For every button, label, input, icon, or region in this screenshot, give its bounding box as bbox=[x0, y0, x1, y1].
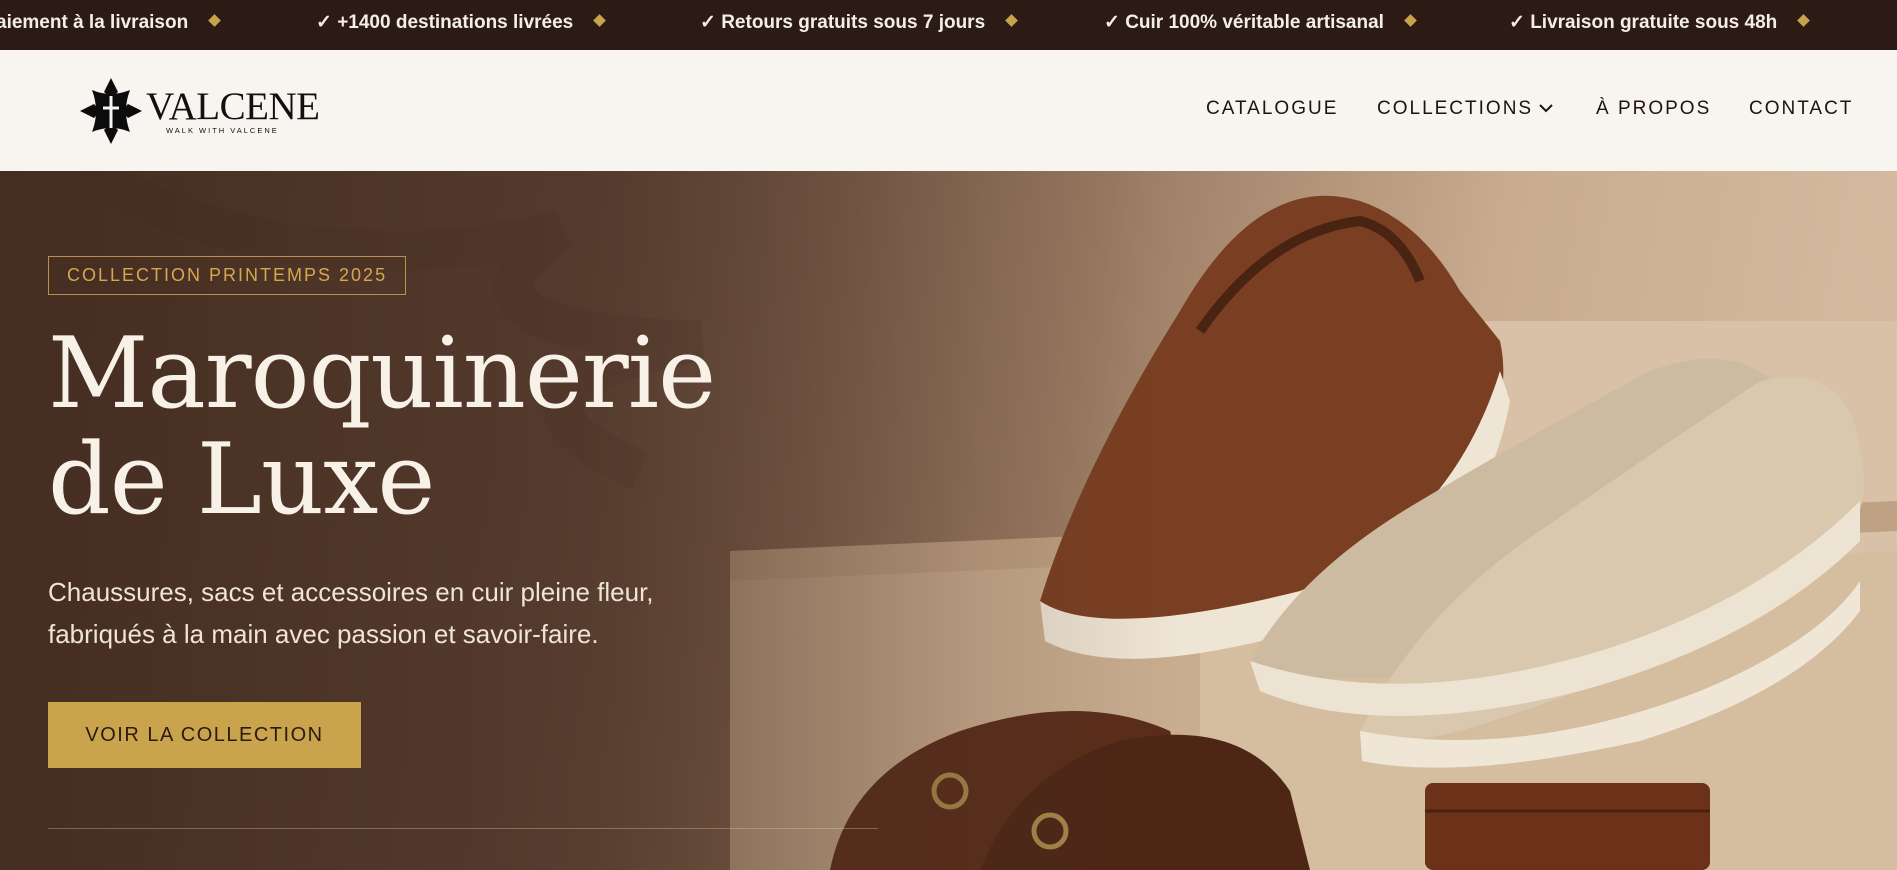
nav-a-propos[interactable]: À PROPOS bbox=[1596, 98, 1711, 120]
chevron-down-icon bbox=[1539, 104, 1553, 113]
hero-title-line: de Luxe bbox=[48, 423, 435, 537]
nav-catalogue[interactable]: CATALOGUE bbox=[1206, 98, 1338, 120]
announcement-item: aiement à la livraison bbox=[0, 0, 222, 50]
hero-subtitle-line: Chaussures, sacs et accessoires en cuir … bbox=[48, 577, 654, 607]
hero-title: Maroquinerie de Luxe bbox=[48, 321, 808, 533]
announcement-item: ✓ Livraison gratuite sous 48h bbox=[1509, 0, 1811, 50]
announcement-text: ✓ Livraison gratuite sous 48h bbox=[1509, 12, 1778, 33]
hero-subtitle-line: fabriqués à la main avec passion et savo… bbox=[48, 619, 599, 649]
site-header: VALCENE WALK WITH VALCENE CATALOGUE COLL… bbox=[0, 50, 1897, 171]
hero-divider bbox=[48, 828, 878, 829]
view-collection-button[interactable]: VOIR LA COLLECTION bbox=[48, 702, 361, 768]
nav-contact[interactable]: CONTACT bbox=[1749, 98, 1853, 120]
announcement-text: ✓ Retours gratuits sous 7 jours bbox=[700, 12, 986, 33]
hero-title-line: Maroquinerie bbox=[48, 317, 716, 431]
announcement-text: ✓ +1400 destinations livrées bbox=[316, 12, 574, 33]
announcement-bar: aiement à la livraison ✓ +1400 destinati… bbox=[0, 0, 1897, 50]
hero-section: COLLECTION PRINTEMPS 2025 Maroquinerie d… bbox=[0, 171, 1897, 870]
collection-badge: COLLECTION PRINTEMPS 2025 bbox=[48, 256, 407, 295]
announcement-item: ✓ Cuir 100% véritable artisanal bbox=[1104, 0, 1417, 50]
nav-collections[interactable]: COLLECTIONS bbox=[1377, 98, 1553, 120]
announcement-text: aiement à la livraison bbox=[0, 12, 189, 33]
diamond-separator-icon bbox=[208, 14, 222, 27]
hero-subtitle: Chaussures, sacs et accessoires en cuir … bbox=[48, 571, 768, 655]
diamond-separator-icon bbox=[593, 14, 607, 27]
announcement-item: ✓ +1400 destinations livrées bbox=[316, 0, 607, 50]
diamond-separator-icon bbox=[1005, 14, 1019, 27]
announcement-text: ✓ Cuir 100% véritable artisanal bbox=[1104, 12, 1384, 33]
main-nav: CATALOGUE COLLECTIONS À PROPOS CONTACT bbox=[0, 50, 1897, 171]
announcement-track: aiement à la livraison ✓ +1400 destinati… bbox=[0, 0, 1897, 50]
diamond-separator-icon bbox=[1797, 14, 1811, 27]
diamond-separator-icon bbox=[1404, 14, 1417, 27]
nav-collections-label: COLLECTIONS bbox=[1377, 98, 1534, 119]
announcement-item: ✓ Retours gratuits sous 7 jours bbox=[700, 0, 1019, 50]
